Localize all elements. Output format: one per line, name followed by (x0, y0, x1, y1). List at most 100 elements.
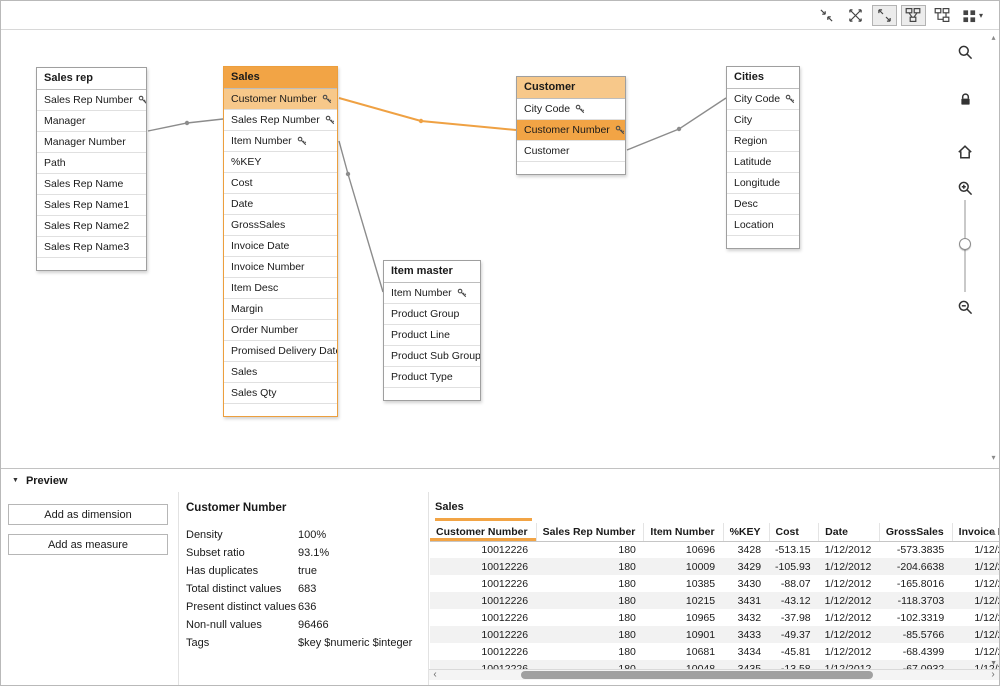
field-product-group[interactable]: Product Group (384, 304, 480, 325)
column-header-customer-number[interactable]: Customer Number (430, 523, 536, 541)
connection-sales-rep-sales-rep-number--sales-sales-rep-number[interactable] (148, 119, 223, 131)
key-icon (297, 136, 307, 146)
field-city-code[interactable]: City Code (517, 99, 625, 120)
scroll-right-icon[interactable]: › (988, 670, 998, 681)
field-sales-rep-number[interactable]: Sales Rep Number (224, 110, 337, 131)
field-city[interactable]: City (727, 110, 799, 131)
table-scroll-up-icon[interactable]: ▲ (990, 530, 997, 537)
expand-all-icon[interactable] (872, 5, 897, 26)
field-customer[interactable]: Customer (517, 141, 625, 162)
home-icon[interactable] (955, 142, 975, 162)
field-item-desc[interactable]: Item Desc (224, 278, 337, 299)
table-title[interactable]: Sales (224, 67, 337, 89)
connection-customer-city-code--cities-city-code[interactable] (627, 98, 726, 150)
field-region[interactable]: Region (727, 131, 799, 152)
model-table-item-master[interactable]: Item masterItem NumberProduct GroupProdu… (383, 260, 481, 401)
field-sales-qty[interactable]: Sales Qty (224, 383, 337, 404)
scrollbar-thumb[interactable] (521, 671, 873, 679)
stat-tags: Tags$key $numeric $integer (186, 637, 421, 655)
field-manager-number[interactable]: Manager Number (37, 132, 146, 153)
app-grid-menu-icon[interactable]: ▾ (959, 5, 986, 26)
collapse-all-icon[interactable] (814, 5, 839, 26)
field-invoice-number[interactable]: Invoice Number (224, 257, 337, 278)
table-horizontal-scrollbar[interactable]: ‹ › (429, 669, 999, 680)
table-scroll-down-icon[interactable]: ▼ (990, 660, 997, 667)
preview-header[interactable]: ▼ Preview (1, 469, 999, 492)
scroll-left-icon[interactable]: ‹ (430, 670, 440, 681)
connection-sales-item-number--item-master-item-number[interactable] (339, 141, 383, 292)
cell: -513.15 (769, 541, 819, 558)
field-path[interactable]: Path (37, 153, 146, 174)
field-manager[interactable]: Manager (37, 111, 146, 132)
field-customer-number[interactable]: Customer Number (224, 89, 337, 110)
field-sales-rep-name1[interactable]: Sales Rep Name1 (37, 195, 146, 216)
field-grosssales[interactable]: GrossSales (224, 215, 337, 236)
cell: 10965 (644, 609, 723, 626)
field-city-code[interactable]: City Code (727, 89, 799, 110)
field-order-number[interactable]: Order Number (224, 320, 337, 341)
field-sales-rep-name[interactable]: Sales Rep Name (37, 174, 146, 195)
column-header-date[interactable]: Date (819, 523, 880, 541)
connection-sales-customer-number--customer-customer-number[interactable] (339, 98, 516, 130)
field-product-sub-group[interactable]: Product Sub Group (384, 346, 480, 367)
field-date[interactable]: Date (224, 194, 337, 215)
cell: 1/12/2012 (819, 575, 880, 592)
field-pctkey[interactable]: %KEY (224, 152, 337, 173)
zoom-slider[interactable] (955, 200, 975, 292)
table-title[interactable]: Sales rep (37, 68, 146, 90)
internal-table-view-icon[interactable] (901, 5, 926, 26)
field-promised-delivery-date[interactable]: Promised Delivery Date (224, 341, 337, 362)
add-as-dimension-button[interactable]: Add as dimension (8, 504, 168, 525)
field-item-number[interactable]: Item Number (224, 131, 337, 152)
field-sales-rep-name2[interactable]: Sales Rep Name2 (37, 216, 146, 237)
source-table-view-icon[interactable] (930, 5, 955, 26)
cell: 1/12/2012 (819, 609, 880, 626)
scroll-down-icon[interactable]: ▾ (989, 453, 998, 462)
column-header-grosssales[interactable]: GrossSales (879, 523, 952, 541)
field-item-number[interactable]: Item Number (384, 283, 480, 304)
column-header-item-number[interactable]: Item Number (644, 523, 723, 541)
connection-bend-dot (419, 119, 423, 123)
field-product-line[interactable]: Product Line (384, 325, 480, 346)
add-as-measure-button[interactable]: Add as measure (8, 534, 168, 555)
field-margin[interactable]: Margin (224, 299, 337, 320)
column-header-sales-rep-number[interactable]: Sales Rep Number (536, 523, 644, 541)
field-label: Sales Rep Name2 (44, 220, 129, 232)
field-invoice-date[interactable]: Invoice Date (224, 236, 337, 257)
field-location[interactable]: Location (727, 215, 799, 236)
field-longitude[interactable]: Longitude (727, 173, 799, 194)
table-title[interactable]: Customer (517, 77, 625, 99)
field-sales-rep-name3[interactable]: Sales Rep Name3 (37, 237, 146, 258)
table-title[interactable]: Item master (384, 261, 480, 283)
model-table-customer[interactable]: CustomerCity CodeCustomer NumberCustomer (516, 76, 626, 175)
model-table-cities[interactable]: CitiesCity Code City Region Latitude Longitu… (726, 66, 800, 249)
table-row: 10012226180102153431-43.121/12/2012-118.… (430, 592, 999, 609)
table-title[interactable]: Cities (727, 67, 799, 89)
table-row: 10012226180106813434-45.811/12/2012-68.4… (430, 643, 999, 660)
column-header-cost[interactable]: Cost (769, 523, 819, 541)
field-latitude[interactable]: Latitude (727, 152, 799, 173)
field-product-type[interactable]: Product Type (384, 367, 480, 388)
zoom-out-icon[interactable] (955, 297, 975, 317)
field-customer-number[interactable]: Customer Number (517, 120, 625, 141)
model-table-sales-rep[interactable]: Sales repSales Rep NumberManagerManager … (36, 67, 147, 271)
field-sales-rep-number[interactable]: Sales Rep Number (37, 90, 146, 111)
model-canvas[interactable]: ▴ ▾ Sales repSales Rep NumberManagerMana… (1, 29, 999, 468)
field-desc[interactable]: Desc (727, 194, 799, 215)
cell: -573.3835 (879, 541, 952, 558)
lock-icon[interactable] (955, 89, 975, 109)
field-sales[interactable]: Sales (224, 362, 337, 383)
model-table-sales[interactable]: SalesCustomer NumberSales Rep NumberItem… (223, 66, 338, 417)
show-linked-fields-icon[interactable] (843, 5, 868, 26)
field-label: Latitude (734, 156, 771, 168)
slider-thumb[interactable] (959, 238, 971, 250)
field-label: City (734, 114, 752, 126)
canvas-vertical-scrollbar[interactable]: ▴ ▾ (988, 30, 999, 468)
field-label: Order Number (231, 324, 298, 336)
zoom-in-icon[interactable] (955, 178, 975, 198)
cell: 3434 (723, 643, 769, 660)
search-icon[interactable] (955, 42, 975, 62)
column-header-pctkey[interactable]: %KEY (723, 523, 769, 541)
field-cost[interactable]: Cost (224, 173, 337, 194)
scroll-up-icon[interactable]: ▴ (989, 33, 998, 42)
